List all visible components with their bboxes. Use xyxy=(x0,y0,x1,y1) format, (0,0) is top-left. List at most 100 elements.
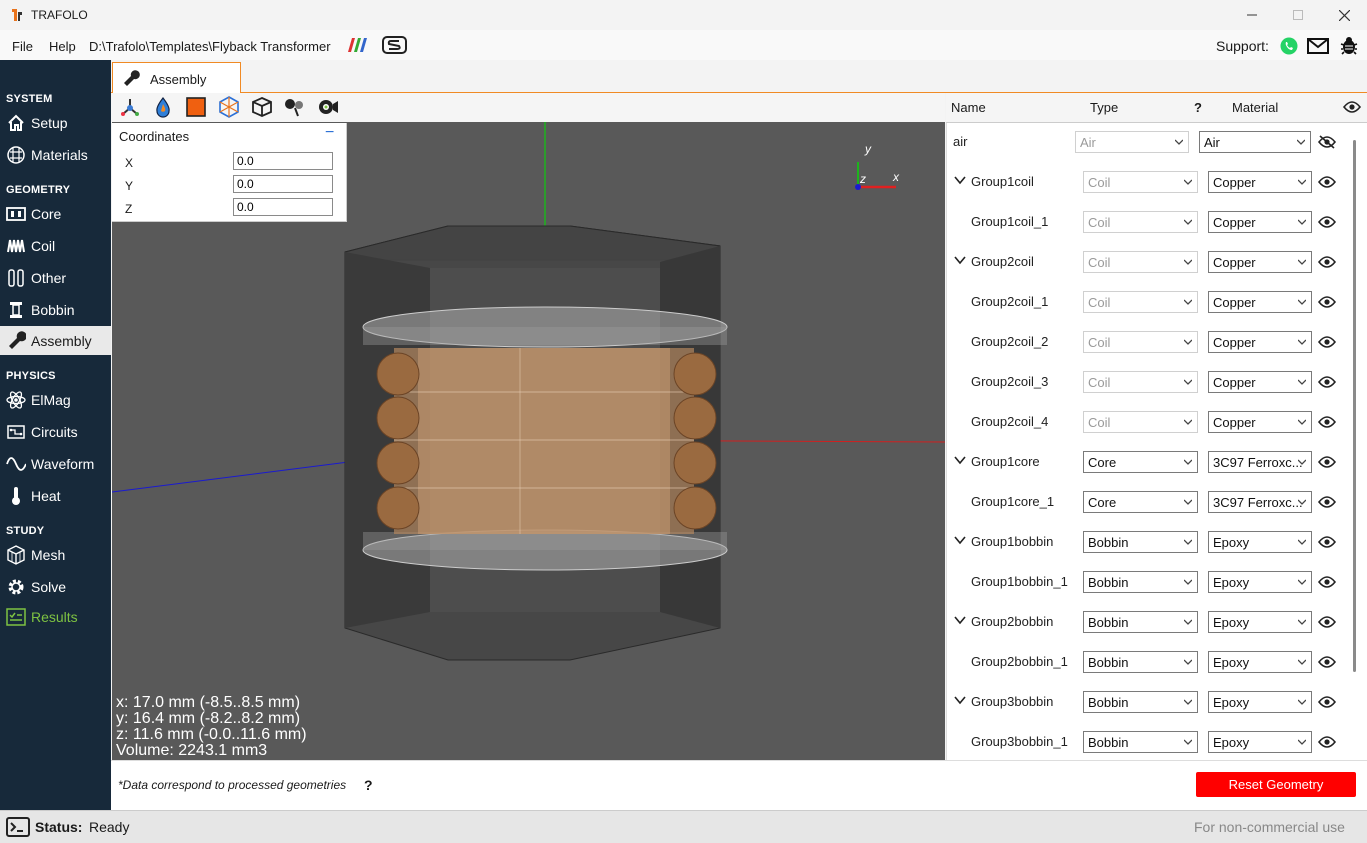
sidebar-item-results[interactable]: Results xyxy=(0,603,111,631)
table-row[interactable]: Group2coil Coil Copper xyxy=(946,242,1356,282)
minimize-button[interactable] xyxy=(1229,0,1275,30)
menu-help[interactable]: Help xyxy=(49,39,76,54)
terminal-icon[interactable] xyxy=(6,817,30,837)
eye-icon[interactable] xyxy=(1318,415,1336,429)
eye-icon[interactable] xyxy=(1318,695,1336,709)
drop-transparency-icon[interactable] xyxy=(152,96,174,118)
type-select[interactable]: Core xyxy=(1083,451,1198,473)
lighting-icon[interactable] xyxy=(284,96,306,118)
material-select[interactable]: Copper xyxy=(1208,371,1312,393)
paraview-icon[interactable] xyxy=(346,38,368,52)
table-row[interactable]: Group1bobbin Bobbin Epoxy xyxy=(946,522,1356,562)
reset-geometry-button[interactable]: Reset Geometry xyxy=(1196,772,1356,797)
type-select[interactable]: Core xyxy=(1083,491,1198,513)
material-select[interactable]: Epoxy xyxy=(1208,571,1312,593)
table-row[interactable]: Group1bobbin_1 Bobbin Epoxy xyxy=(946,562,1356,602)
coord-x-input[interactable] xyxy=(233,152,333,170)
expand-chevron-icon[interactable] xyxy=(954,534,966,546)
table-row[interactable]: Group2coil_1 Coil Copper xyxy=(946,282,1356,322)
eye-icon[interactable] xyxy=(1318,215,1336,229)
coord-z-input[interactable] xyxy=(233,198,333,216)
sidebar-item-heat[interactable]: Heat xyxy=(0,482,111,510)
eye-icon[interactable] xyxy=(1318,335,1336,349)
sidebar-item-circuits[interactable]: Circuits xyxy=(0,418,111,446)
table-row[interactable]: Group1core_1 Core 3C97 Ferroxc... xyxy=(946,482,1356,522)
table-row[interactable]: Group1core Core 3C97 Ferroxc... xyxy=(946,442,1356,482)
wireframe-view-icon[interactable] xyxy=(218,96,240,118)
material-select[interactable]: 3C97 Ferroxc... xyxy=(1208,491,1312,513)
expand-chevron-icon[interactable] xyxy=(954,454,966,466)
eye-icon[interactable] xyxy=(1318,615,1336,629)
material-select[interactable]: Epoxy xyxy=(1208,531,1312,553)
sidebar-item-assembly[interactable]: Assembly xyxy=(0,326,111,355)
eye-icon[interactable] xyxy=(1318,575,1336,589)
sidebar-item-other[interactable]: Other xyxy=(0,264,111,292)
mail-icon[interactable] xyxy=(1307,38,1329,54)
table-row[interactable]: Group2bobbin_1 Bobbin Epoxy xyxy=(946,642,1356,682)
header-help[interactable]: ? xyxy=(1194,100,1202,115)
whatsapp-icon[interactable] xyxy=(1280,37,1298,55)
sidebar-item-bobbin[interactable]: Bobbin xyxy=(0,296,111,324)
eye-icon[interactable] xyxy=(1318,655,1336,669)
material-select[interactable]: 3C97 Ferroxc... xyxy=(1208,451,1312,473)
type-select[interactable]: Bobbin xyxy=(1083,651,1198,673)
eye-icon[interactable] xyxy=(1318,295,1336,309)
material-select[interactable]: Epoxy xyxy=(1208,611,1312,633)
material-select[interactable]: Epoxy xyxy=(1208,651,1312,673)
sidebar-item-core[interactable]: Core xyxy=(0,200,111,228)
material-select[interactable]: Epoxy xyxy=(1208,691,1312,713)
sidebar-item-coil[interactable]: Coil xyxy=(0,232,111,260)
objects-scrollbar[interactable] xyxy=(1353,140,1356,672)
expand-chevron-icon[interactable] xyxy=(954,174,966,186)
type-select[interactable]: Bobbin xyxy=(1083,731,1198,753)
eye-icon[interactable] xyxy=(1318,175,1336,189)
table-row[interactable]: Group2coil_3 Coil Copper xyxy=(946,362,1356,402)
table-row[interactable]: Group1coil Coil Copper xyxy=(946,162,1356,202)
eye-icon[interactable] xyxy=(1318,255,1336,269)
material-select[interactable]: Copper xyxy=(1208,291,1312,313)
bug-report-icon[interactable] xyxy=(1339,36,1359,56)
maximize-button[interactable] xyxy=(1275,0,1321,30)
material-select[interactable]: Copper xyxy=(1208,331,1312,353)
type-select[interactable]: Bobbin xyxy=(1083,531,1198,553)
material-select[interactable]: Copper xyxy=(1208,411,1312,433)
eye-off-icon[interactable] xyxy=(1318,135,1336,149)
eye-icon[interactable] xyxy=(1318,735,1336,749)
expand-chevron-icon[interactable] xyxy=(954,694,966,706)
material-select[interactable]: Air xyxy=(1199,131,1311,153)
solid-view-icon[interactable] xyxy=(185,96,207,118)
axes-origin-icon[interactable] xyxy=(119,96,141,118)
eye-icon[interactable] xyxy=(1318,495,1336,509)
type-select[interactable]: Bobbin xyxy=(1083,611,1198,633)
coord-y-input[interactable] xyxy=(233,175,333,193)
collapse-button[interactable]: − xyxy=(325,124,334,142)
table-row[interactable]: Group2coil_4 Coil Copper xyxy=(946,402,1356,442)
expand-chevron-icon[interactable] xyxy=(954,614,966,626)
sidebar-item-mesh[interactable]: Mesh xyxy=(0,541,111,569)
camera-settings-icon[interactable] xyxy=(317,96,339,118)
table-row[interactable]: Group1coil_1 Coil Copper xyxy=(946,202,1356,242)
close-button[interactable] xyxy=(1321,0,1367,30)
sidebar-item-solve[interactable]: Solve xyxy=(0,573,111,601)
table-row[interactable]: Group3bobbin Bobbin Epoxy xyxy=(946,682,1356,722)
show-all-eye-icon[interactable] xyxy=(1343,100,1361,114)
eye-icon[interactable] xyxy=(1318,375,1336,389)
note-help-button[interactable]: ? xyxy=(364,777,373,793)
table-row[interactable]: Group2coil_2 Coil Copper xyxy=(946,322,1356,362)
menu-file[interactable]: File xyxy=(12,39,33,54)
eye-icon[interactable] xyxy=(1318,535,1336,549)
script-icon[interactable] xyxy=(382,36,407,54)
expand-chevron-icon[interactable] xyxy=(954,254,966,266)
tab-assembly[interactable]: Assembly xyxy=(112,62,241,93)
type-select[interactable]: Bobbin xyxy=(1083,691,1198,713)
sidebar-item-materials[interactable]: Materials xyxy=(0,141,111,169)
type-select[interactable]: Bobbin xyxy=(1083,571,1198,593)
sidebar-item-waveform[interactable]: Waveform xyxy=(0,450,111,478)
sidebar-item-elmag[interactable]: ElMag xyxy=(0,386,111,414)
table-row[interactable]: Group3bobbin_1 Bobbin Epoxy xyxy=(946,722,1356,762)
table-row[interactable]: air Air Air xyxy=(946,122,1356,162)
material-select[interactable]: Epoxy xyxy=(1208,731,1312,753)
material-select[interactable]: Copper xyxy=(1208,171,1312,193)
table-row[interactable]: Group2bobbin Bobbin Epoxy xyxy=(946,602,1356,642)
material-select[interactable]: Copper xyxy=(1208,211,1312,233)
